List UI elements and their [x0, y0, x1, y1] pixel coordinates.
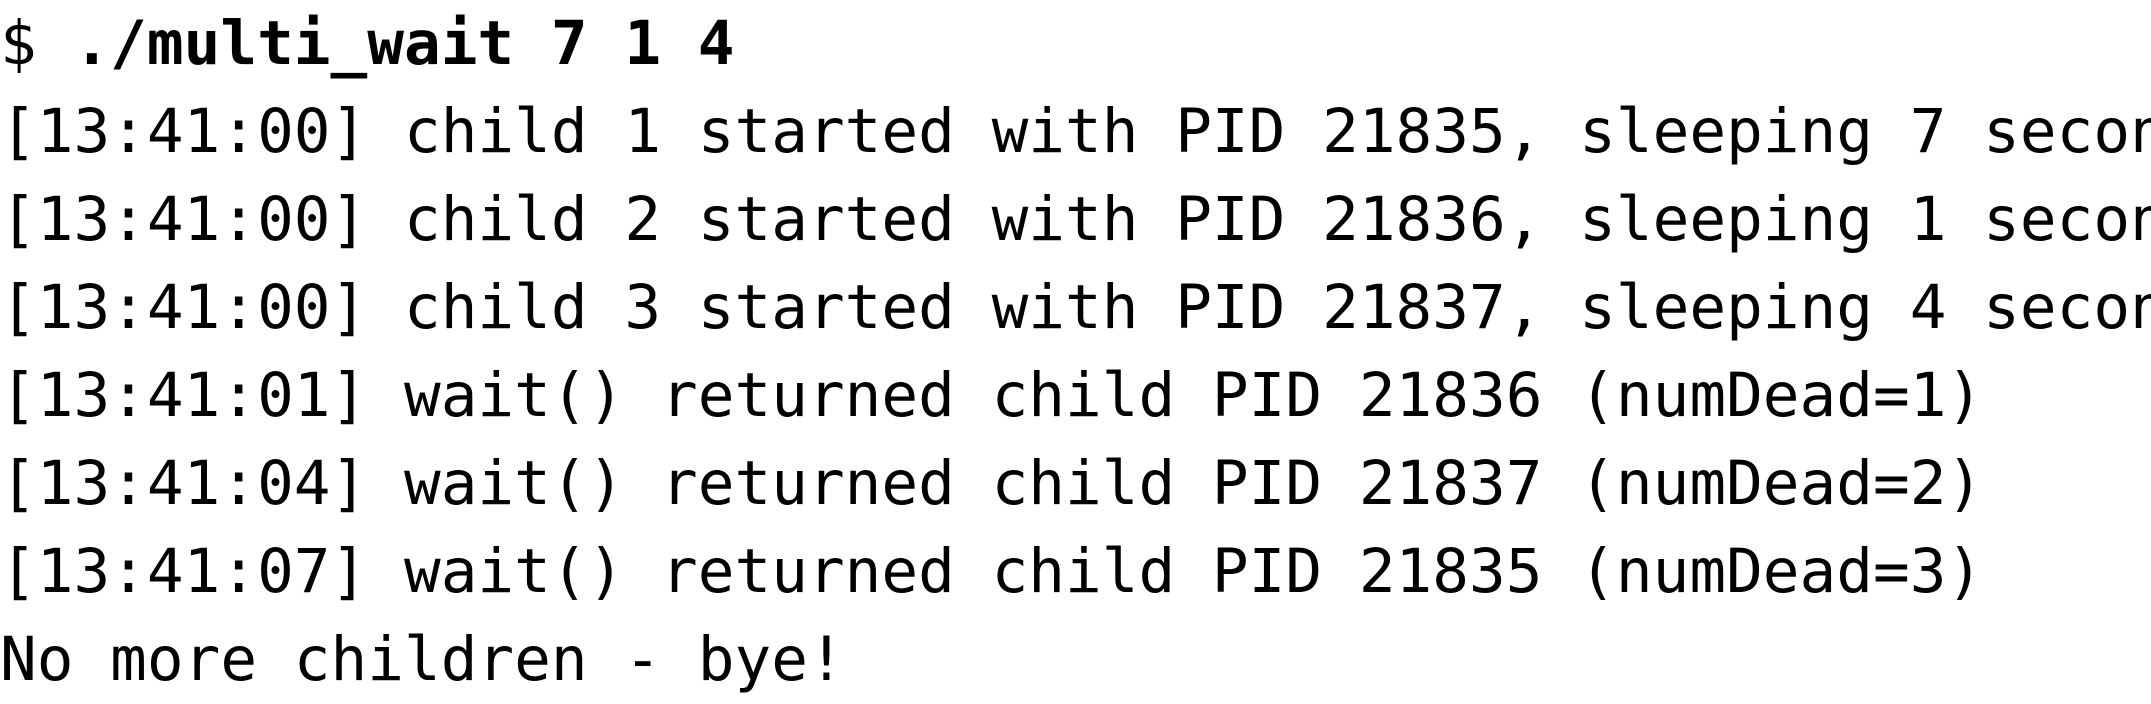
command-text: ./multi_wait 7 1 4	[73, 8, 735, 79]
terminal-window[interactable]: $ ./multi_wait 7 1 4 [13:41:00] child 1 …	[0, 0, 2151, 695]
output-line: [13:41:07] wait() returned child PID 218…	[0, 536, 1984, 607]
output-line: No more children - bye!	[0, 624, 845, 695]
output-line: [13:41:00] child 1 started with PID 2183…	[0, 96, 2151, 167]
shell-prompt: $	[0, 8, 74, 79]
output-line: [13:41:00] child 2 started with PID 2183…	[0, 184, 2151, 255]
output-line: [13:41:04] wait() returned child PID 218…	[0, 448, 1984, 519]
command-line: $ ./multi_wait 7 1 4	[0, 0, 2151, 88]
output-line: [13:41:01] wait() returned child PID 218…	[0, 360, 1984, 431]
output-line: [13:41:00] child 3 started with PID 2183…	[0, 272, 2151, 343]
